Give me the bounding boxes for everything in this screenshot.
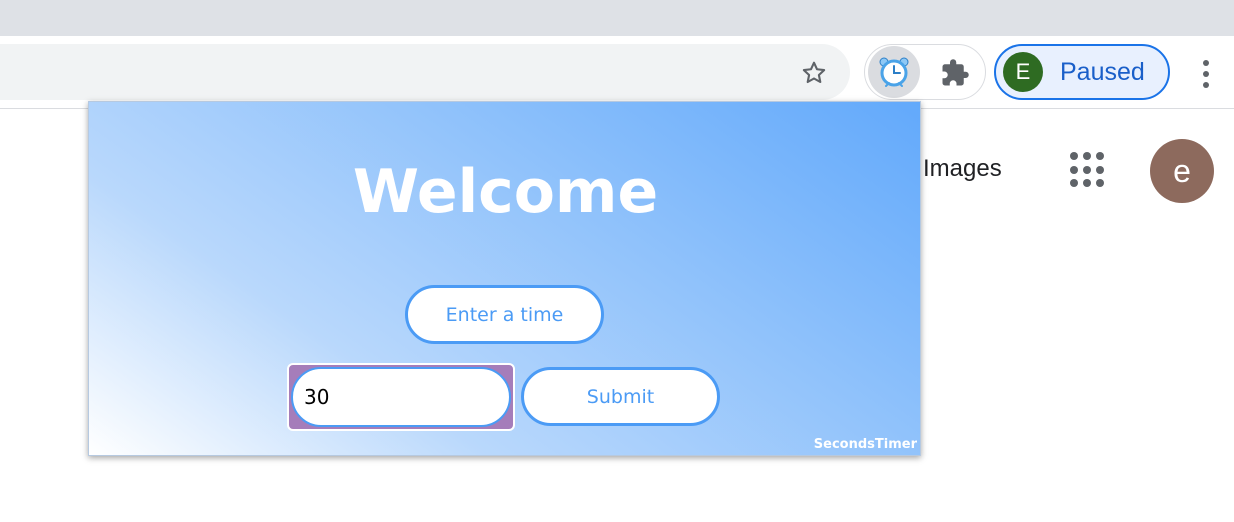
brand-label: SecondsTimer (813, 437, 917, 452)
menu-dot (1203, 60, 1209, 66)
apps-dot (1096, 165, 1104, 174)
menu-dot (1203, 82, 1209, 88)
profile-avatar: E (1003, 52, 1043, 92)
apps-dot (1083, 179, 1091, 188)
submit-button[interactable]: Submit (521, 367, 720, 426)
extension-popup: Welcome Enter a time Submit SecondsTimer (88, 101, 921, 456)
address-bar[interactable] (0, 44, 850, 100)
profile-status-label: Paused (1060, 57, 1145, 86)
account-avatar[interactable]: e (1150, 139, 1214, 203)
apps-dot (1083, 165, 1091, 174)
apps-dot (1096, 152, 1104, 160)
apps-dot (1070, 165, 1078, 174)
menu-dot (1203, 71, 1209, 77)
apps-dot (1096, 179, 1104, 188)
apps-grid-icon[interactable] (1066, 150, 1106, 190)
popup-title: Welcome (352, 157, 659, 227)
browser-toolbar: E Paused (0, 36, 1234, 109)
apps-dot (1070, 179, 1078, 188)
enter-time-label: Enter a time (405, 285, 604, 344)
kebab-menu-icon[interactable] (1190, 54, 1222, 94)
puzzle-icon[interactable] (932, 50, 978, 96)
bookmark-star-icon[interactable] (794, 53, 834, 93)
alarm-clock-icon[interactable] (868, 46, 920, 98)
apps-dot (1083, 152, 1091, 160)
images-link[interactable]: Images (923, 155, 1002, 183)
profile-chip[interactable]: E Paused (994, 44, 1170, 100)
time-input[interactable] (291, 367, 511, 427)
tab-strip (0, 0, 1234, 36)
apps-dot (1070, 152, 1078, 160)
time-input-focus-ring (287, 363, 515, 431)
